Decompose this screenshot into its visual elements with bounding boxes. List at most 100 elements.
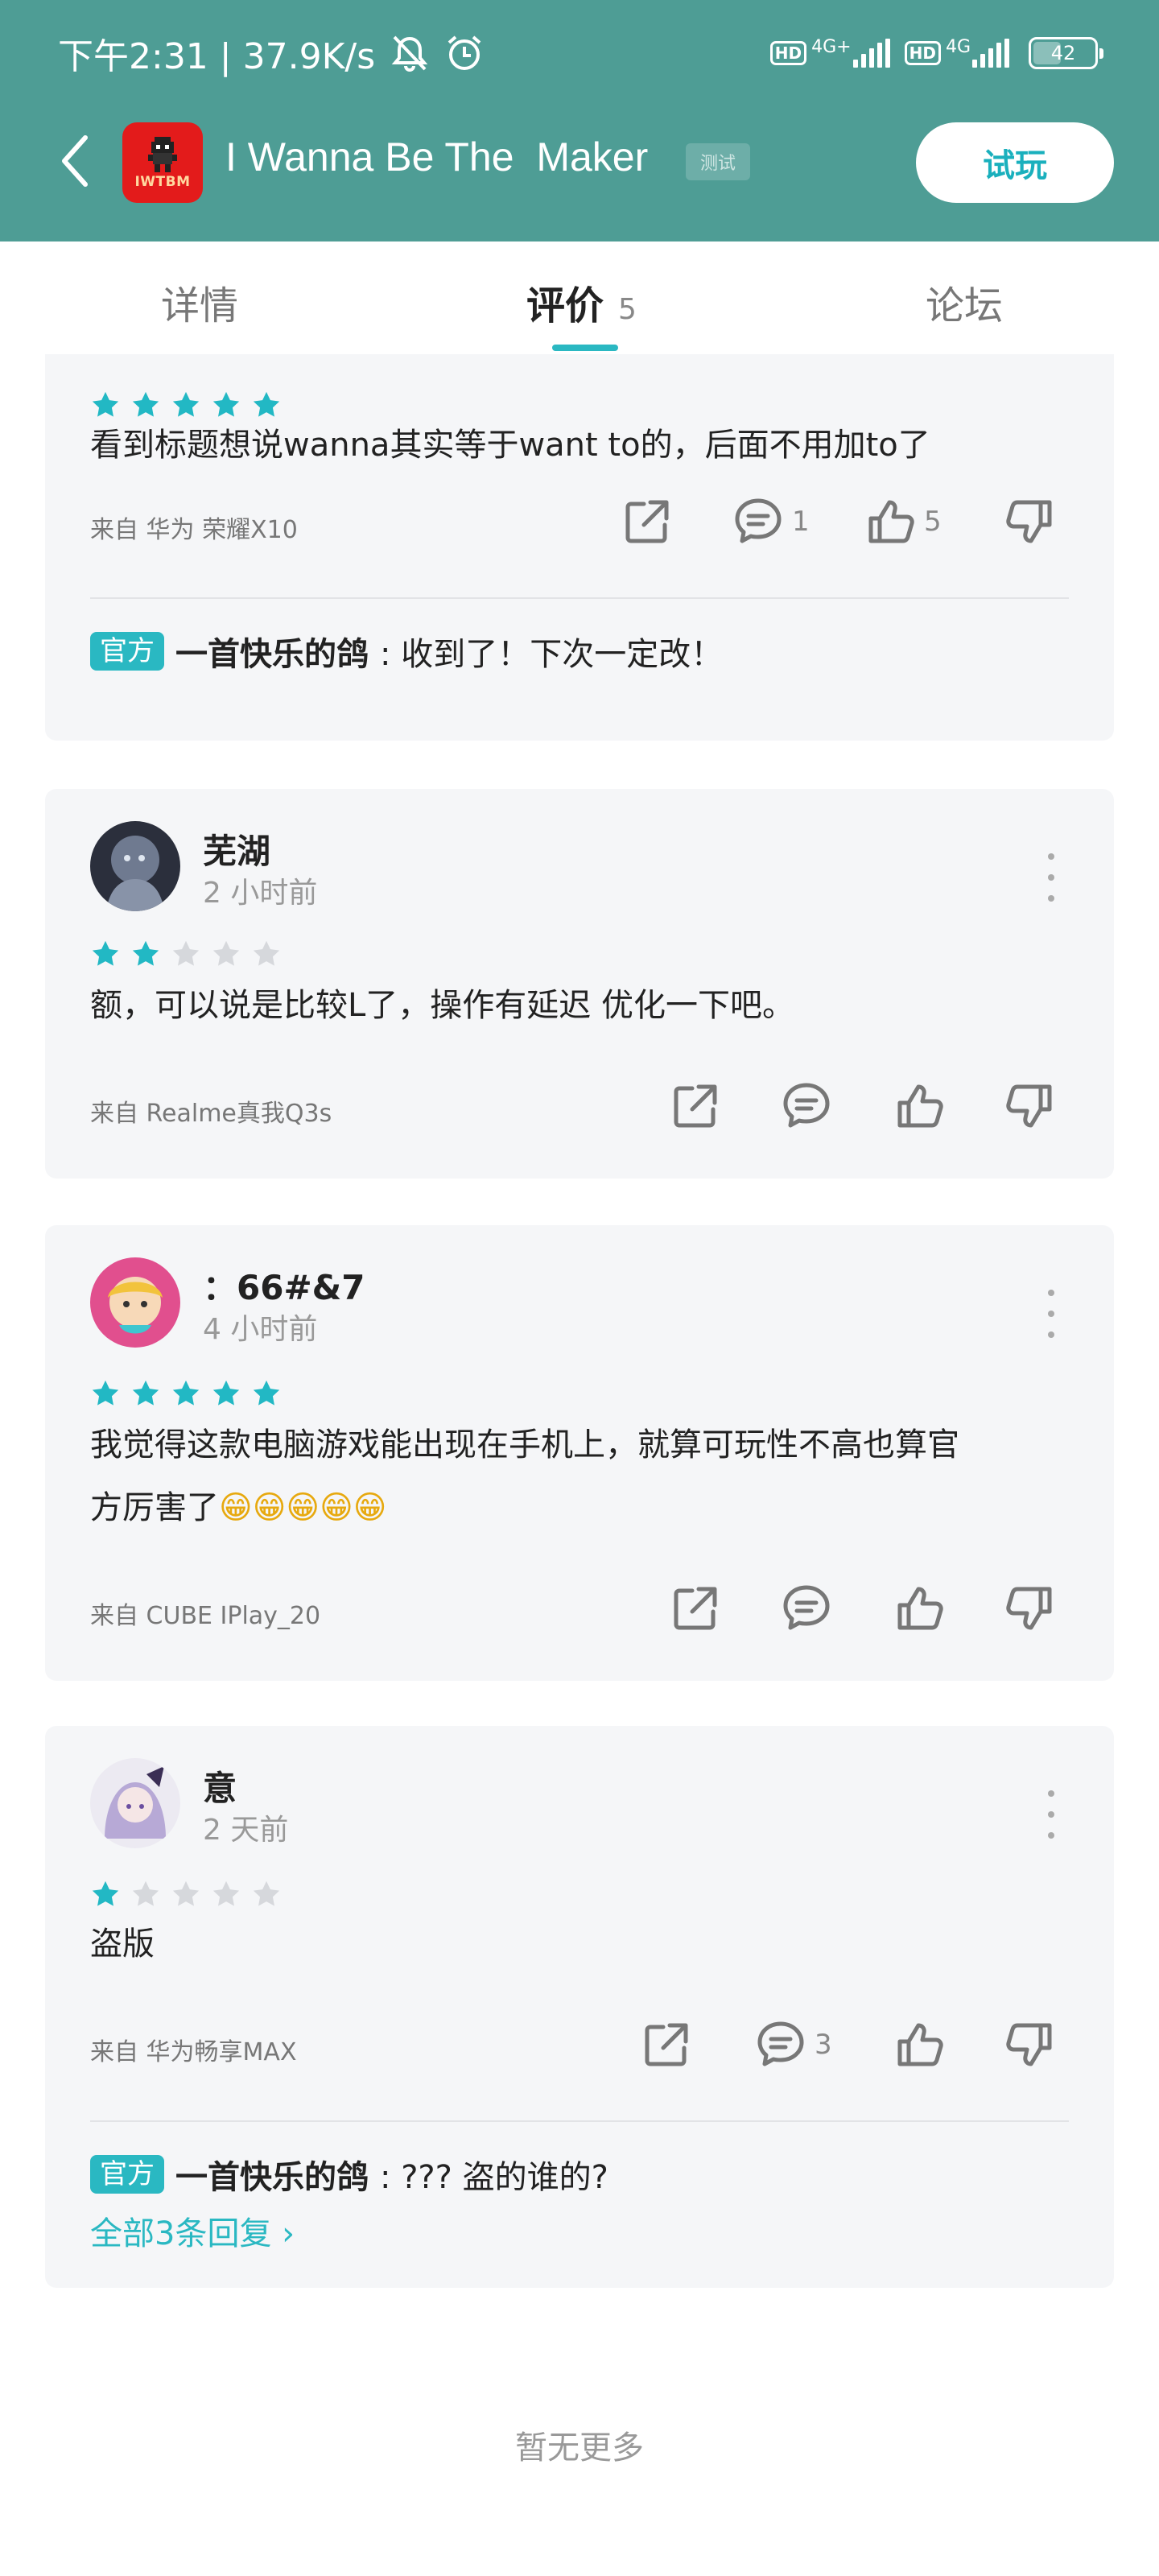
- comment-button[interactable]: [781, 1080, 832, 1132]
- star-empty-icon: [172, 1880, 200, 1906]
- official-name: 一首快乐的鸽: [175, 636, 369, 673]
- device-label: 来自 CUBE IPlay_20: [90, 1602, 321, 1630]
- official-name: 一首快乐的鸽: [175, 2159, 369, 2196]
- dislike-button[interactable]: [1004, 1583, 1056, 1634]
- share-icon: [645, 2023, 688, 2066]
- official-badge: 官方: [90, 632, 164, 671]
- post-time: 2 小时前: [203, 877, 318, 910]
- review-card: 意 2 天前 盗版 来自 华为畅享MAX 3 官方 一首快乐的鸽 : ??? 盗…: [45, 1726, 1114, 2288]
- like-button[interactable]: 5: [864, 496, 942, 547]
- signal-icon: 4G: [946, 39, 1009, 68]
- no-more-text: 暂无更多: [515, 2429, 644, 2467]
- review-text-line: 我觉得这款电脑游戏能出现在手机上，就算可玩性不高也算官: [90, 1426, 959, 1463]
- star-filled-icon: [253, 1380, 280, 1406]
- thumbs-up-icon: [897, 1587, 943, 1630]
- star-empty-icon: [212, 1880, 240, 1906]
- star-empty-icon: [212, 940, 240, 966]
- mute-icon: [388, 34, 431, 72]
- signal-icon: 4G+: [811, 39, 890, 68]
- dislike-button[interactable]: [1004, 1080, 1056, 1132]
- review-count: 5: [618, 293, 637, 326]
- comment-count: 1: [792, 506, 810, 538]
- share-button[interactable]: [621, 496, 673, 547]
- dislike-button[interactable]: [1004, 2019, 1056, 2070]
- avatar[interactable]: [90, 1758, 180, 1848]
- hd-badge: HD: [904, 41, 941, 65]
- star-filled-icon: [92, 1380, 119, 1406]
- share-button[interactable]: [670, 1080, 721, 1132]
- share-button[interactable]: [670, 1583, 721, 1634]
- username[interactable]: ：66#&7: [203, 1261, 365, 1310]
- official-reply[interactable]: 官方 一首快乐的鸽 : ??? 盗的谁的?: [90, 2151, 608, 2198]
- review-list[interactable]: 看到标题想说wanna其实等于want to的，后面不用加to了 来自 华为 荣…: [0, 354, 1159, 2576]
- official-reply[interactable]: 官方 一首快乐的鸽 : 收到了！下次一定改！: [90, 628, 723, 675]
- tab-reviews[interactable]: 评价 5: [526, 274, 637, 328]
- test-tag: 测试: [686, 143, 750, 180]
- hd-badge: HD: [769, 41, 807, 65]
- more-options-button[interactable]: [1045, 1790, 1058, 1839]
- thumbs-down-icon: [1006, 500, 1052, 543]
- comment-icon: [783, 1585, 830, 1630]
- star-filled-icon: [172, 1380, 200, 1406]
- thumbs-up-icon: [897, 2023, 943, 2066]
- status-bar-right: HD 4G+ HD 4G 42: [769, 31, 1103, 76]
- comment-button[interactable]: 3: [755, 2019, 832, 2070]
- share-icon: [625, 500, 669, 543]
- star-empty-icon: [172, 940, 200, 966]
- share-button[interactable]: [641, 2019, 692, 2070]
- post-time: 4 小时前: [203, 1313, 318, 1346]
- review-text: 额，可以说是比较L了，操作有延迟 优化一下吧。: [90, 987, 794, 1024]
- username[interactable]: 芜湖: [203, 824, 270, 873]
- emoji-grin-icons: 😁😁😁😁😁: [219, 1489, 387, 1526]
- thumbs-up-icon: [868, 500, 914, 543]
- back-button[interactable]: [58, 129, 106, 193]
- official-reply-text: : ??? 盗的谁的?: [380, 2159, 608, 2196]
- star-filled-icon: [92, 1880, 119, 1906]
- app-icon: IWTBM: [122, 122, 203, 203]
- comment-button[interactable]: 1: [732, 496, 810, 547]
- star-empty-icon: [253, 940, 280, 966]
- share-icon: [674, 1084, 717, 1128]
- thumbs-down-icon: [1006, 1084, 1052, 1128]
- all-replies-link[interactable]: 全部3条回复 ›: [90, 2207, 295, 2254]
- thumbs-up-icon: [897, 1084, 943, 1128]
- review-text: 我觉得这款电脑游戏能出现在手机上，就算可玩性不高也算官 方厉害了😁😁😁😁😁: [90, 1414, 1069, 1539]
- star-filled-icon: [212, 1380, 240, 1406]
- more-options-button[interactable]: [1045, 1290, 1058, 1338]
- comment-count: 3: [815, 2029, 832, 2061]
- star-rating: [90, 1879, 282, 1909]
- device-label: 来自 Realme真我Q3s: [90, 1100, 332, 1128]
- like-button[interactable]: [893, 1583, 945, 1634]
- chevron-left-icon: [62, 135, 88, 187]
- official-reply-text: : 收到了！下次一定改！: [380, 636, 724, 673]
- like-button[interactable]: [893, 2019, 945, 2070]
- review-text: 看到标题想说wanna其实等于want to的，后面不用加to了: [90, 427, 930, 464]
- thumbs-down-icon: [1006, 2023, 1052, 2066]
- tab-indicator: [552, 345, 618, 351]
- like-count: 5: [924, 506, 942, 538]
- avatar[interactable]: [90, 1257, 180, 1348]
- more-options-button[interactable]: [1045, 853, 1058, 902]
- username[interactable]: 意: [203, 1761, 237, 1810]
- comment-button[interactable]: [781, 1583, 832, 1634]
- tab-details[interactable]: 详情: [161, 274, 238, 328]
- device-label: 来自 华为畅享MAX: [90, 2038, 297, 2066]
- star-rating: [90, 939, 282, 969]
- pixel-character-icon: [148, 137, 177, 172]
- review-text: 盗版: [90, 1926, 155, 1963]
- comment-icon: [783, 1083, 830, 1128]
- review-text-line: 方厉害了: [90, 1489, 219, 1526]
- tab-forum[interactable]: 论坛: [926, 274, 1003, 328]
- avatar[interactable]: [90, 821, 180, 911]
- device-label: 来自 华为 荣耀X10: [90, 516, 298, 544]
- review-card: 芜湖 2 小时前 额，可以说是比较L了，操作有延迟 优化一下吧。 来自 Real…: [45, 789, 1114, 1179]
- star-rating: [90, 1378, 282, 1409]
- share-icon: [674, 1587, 717, 1630]
- comment-icon: [735, 498, 782, 543]
- like-button[interactable]: [893, 1080, 945, 1132]
- dislike-button[interactable]: [1004, 496, 1056, 547]
- divider: [90, 597, 1069, 599]
- star-empty-icon: [253, 1880, 280, 1906]
- review-card: ：66#&7 4 小时前 我觉得这款电脑游戏能出现在手机上，就算可玩性不高也算官…: [45, 1225, 1114, 1681]
- try-play-button[interactable]: 试玩: [916, 122, 1114, 203]
